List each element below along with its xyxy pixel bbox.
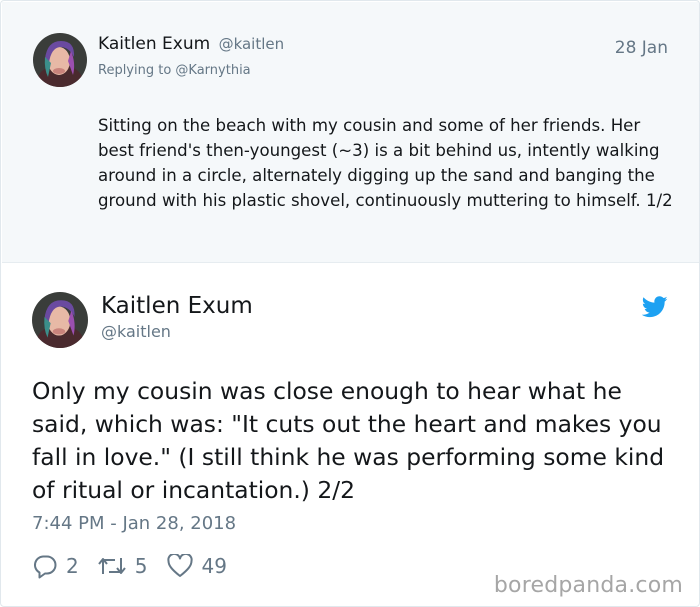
author-name[interactable]: Kaitlen Exum @kaitlen [98,34,284,54]
twitter-bird-icon[interactable] [641,296,668,318]
watermark: boredpanda.com [493,573,683,598]
reply-count: 2 [66,554,79,578]
replying-to-label: Replying to @Karnythia [98,63,251,78]
like-button[interactable]: 49 [167,554,227,578]
tweet-actions: 2 5 49 [32,551,227,581]
reply-bubble-icon[interactable] [32,553,58,579]
reply-button[interactable]: 2 [32,553,79,579]
tweet-timestamp[interactable]: 7:44 PM - Jan 28, 2018 [32,513,236,534]
author-handle[interactable]: @kaitlen [219,35,285,53]
retweet-button[interactable]: 5 [97,554,148,578]
author-name[interactable]: Kaitlen Exum [101,293,253,319]
parent-tweet[interactable]: Kaitlen Exum @kaitlen 28 Jan Replying to… [2,2,699,263]
tweet-text: Only my cousin was close enough to hear … [32,377,665,504]
avatar[interactable] [33,33,87,87]
avatar[interactable] [32,292,88,348]
author-handle[interactable]: @kaitlen [101,322,171,341]
tweet-card: Kaitlen Exum @kaitlen 28 Jan Replying to… [0,0,700,607]
tweet-date[interactable]: 28 Jan [615,38,668,58]
heart-icon[interactable] [167,554,194,578]
like-count: 49 [201,554,227,578]
retweet-arrows-icon[interactable] [97,554,127,578]
retweet-count: 5 [134,554,148,578]
author-name-text[interactable]: Kaitlen Exum [98,34,210,54]
tweet-text: Sitting on the beach with my cousin and … [98,116,673,210]
